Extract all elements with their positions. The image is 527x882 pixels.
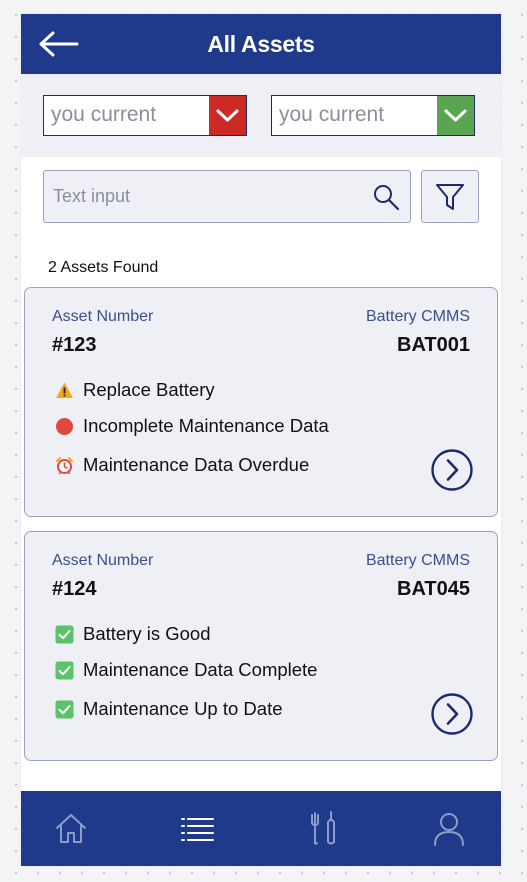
dropdown-selected-value: you current bbox=[279, 103, 385, 126]
asset-number-value: #123 bbox=[52, 334, 97, 356]
chevron-down-icon[interactable] bbox=[437, 96, 474, 135]
cmms-value: BAT045 bbox=[397, 578, 470, 600]
app-screen: All Assets you current you current Text … bbox=[21, 14, 501, 866]
filter-button[interactable] bbox=[421, 170, 479, 223]
status-text: Replace Battery bbox=[83, 379, 215, 400]
funnel-icon bbox=[436, 184, 464, 210]
back-button[interactable] bbox=[37, 30, 81, 58]
check-box-icon bbox=[55, 700, 74, 718]
asset-number-label: Asset Number bbox=[52, 552, 154, 569]
status-filter-dropdown[interactable]: you current bbox=[43, 95, 247, 136]
tools-icon[interactable] bbox=[303, 809, 343, 849]
status-row: Maintenance Up to Date bbox=[55, 698, 283, 720]
warning-icon bbox=[56, 382, 73, 398]
status-row: Incomplete Maintenance Data bbox=[55, 415, 329, 437]
home-icon[interactable] bbox=[51, 809, 91, 849]
filter-bar: you current you current bbox=[21, 74, 501, 157]
asset-card[interactable]: Asset Number Battery CMMS #124 BAT045 Ba… bbox=[24, 531, 498, 761]
header-bar: All Assets bbox=[21, 14, 501, 74]
check-box-icon bbox=[55, 661, 74, 679]
red-circle-icon bbox=[56, 417, 73, 435]
cmms-value: BAT001 bbox=[397, 334, 470, 356]
status-row: Maintenance Data Complete bbox=[55, 659, 317, 681]
chevron-down-icon[interactable] bbox=[209, 96, 246, 135]
profile-icon[interactable] bbox=[429, 809, 469, 849]
status-row: Replace Battery bbox=[55, 379, 215, 401]
asset-number-label: Asset Number bbox=[52, 308, 154, 325]
cmms-label: Battery CMMS bbox=[365, 552, 470, 569]
back-arrow-icon bbox=[39, 31, 79, 57]
search-icon[interactable] bbox=[372, 183, 400, 211]
results-count: 2 Assets Found bbox=[48, 259, 159, 276]
status-text: Maintenance Up to Date bbox=[83, 698, 283, 719]
chevron-right-icon[interactable] bbox=[430, 692, 474, 736]
status-text: Maintenance Data Overdue bbox=[83, 454, 310, 475]
list-icon[interactable] bbox=[177, 809, 217, 849]
type-filter-dropdown[interactable]: you current bbox=[271, 95, 475, 136]
asset-card[interactable]: Asset Number Battery CMMS #123 BAT001 Re… bbox=[24, 287, 498, 517]
search-box bbox=[43, 170, 411, 223]
status-text: Incomplete Maintenance Data bbox=[83, 415, 329, 436]
search-input[interactable] bbox=[53, 171, 363, 222]
chevron-right-icon[interactable] bbox=[430, 448, 474, 492]
dropdown-selected-value: you current bbox=[51, 103, 157, 126]
page-title: All Assets bbox=[207, 31, 315, 57]
alarm-clock-icon bbox=[56, 456, 73, 474]
status-text: Battery is Good bbox=[83, 623, 211, 644]
bottom-navigation bbox=[21, 791, 501, 866]
check-box-icon bbox=[55, 625, 74, 643]
cmms-label: Battery CMMS bbox=[365, 308, 470, 325]
status-text: Maintenance Data Complete bbox=[83, 659, 318, 680]
status-row: Battery is Good bbox=[55, 623, 211, 645]
status-row: Maintenance Data Overdue bbox=[55, 454, 309, 476]
asset-number-value: #124 bbox=[52, 578, 97, 600]
